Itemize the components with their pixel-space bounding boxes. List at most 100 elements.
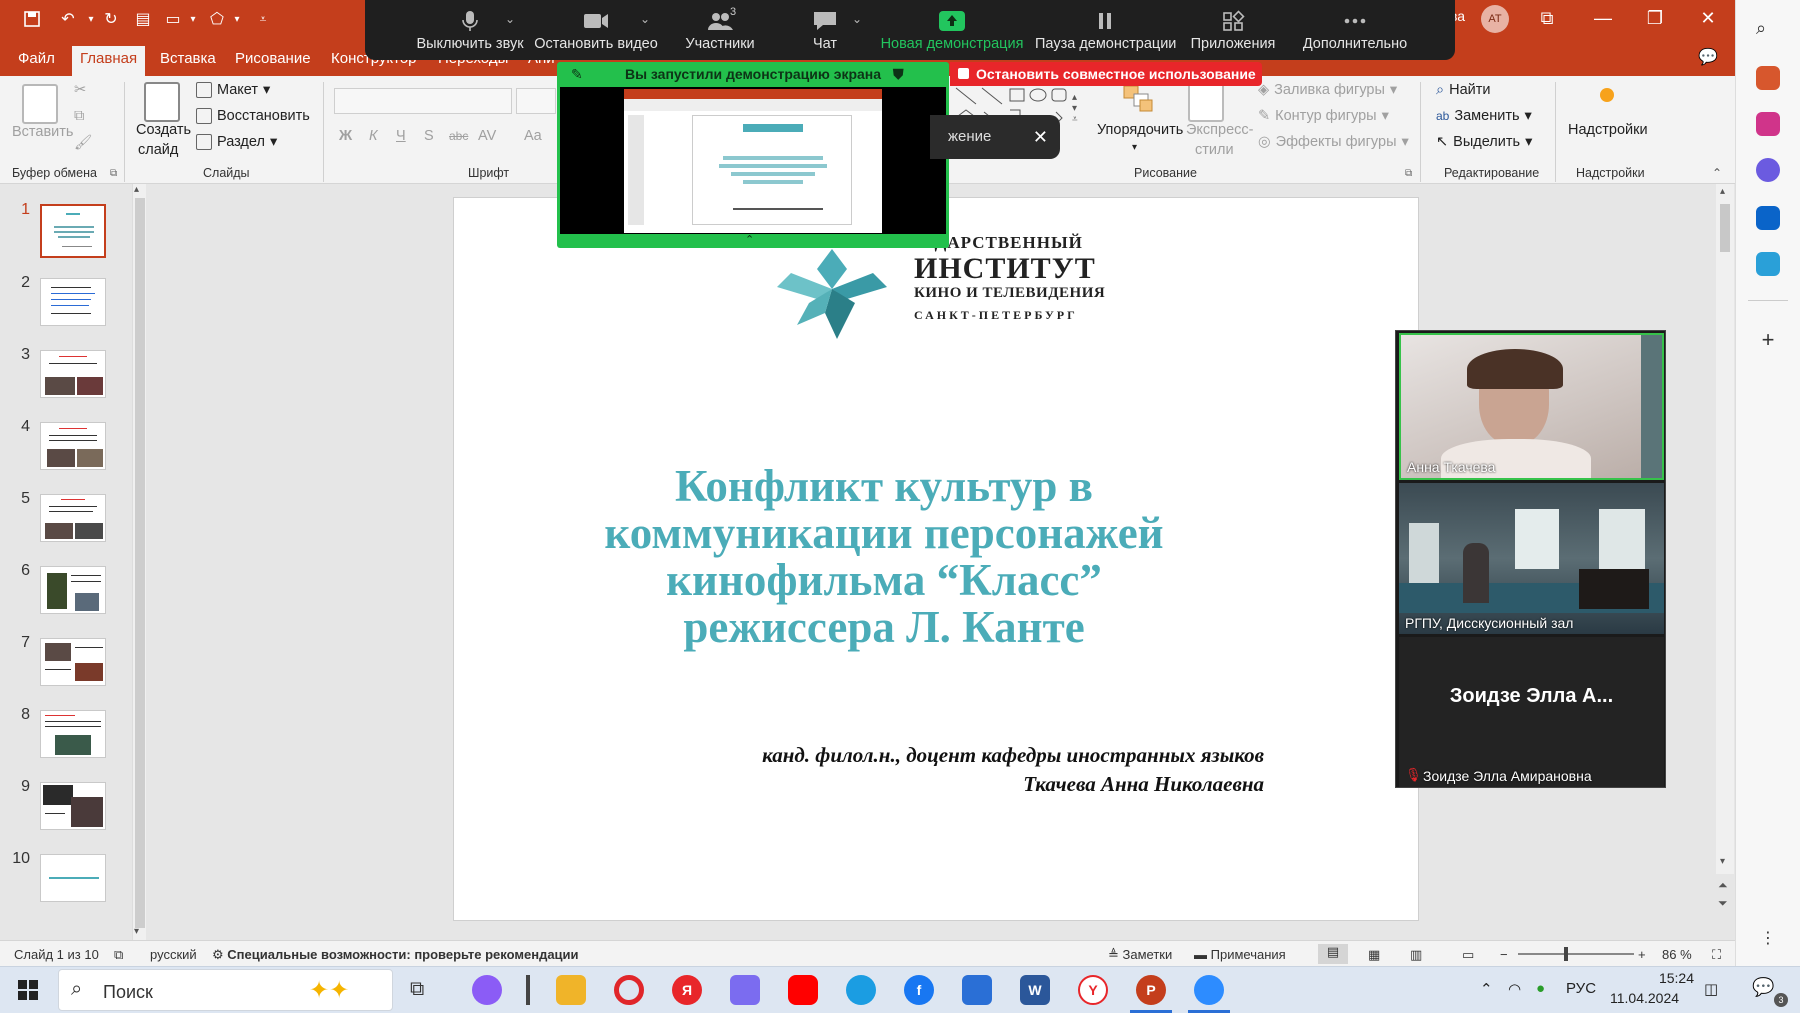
normal-view-icon[interactable]: ▤: [1318, 944, 1348, 964]
zoom-tray-icon[interactable]: ◫: [1704, 980, 1718, 998]
sidebar-settings-icon[interactable]: ⋮: [1756, 928, 1780, 952]
slide-counter[interactable]: Слайд 1 из 10: [14, 947, 99, 962]
font-name-box[interactable]: [334, 88, 512, 114]
section-button[interactable]: Раздел ▾: [196, 134, 277, 150]
video-tile[interactable]: Анна Ткачева: [1399, 333, 1664, 480]
ribbon-display-icon[interactable]: ⧉: [1527, 6, 1567, 30]
tab-file[interactable]: Файл: [10, 48, 63, 76]
clock-time[interactable]: 15:24: [1624, 970, 1694, 986]
paste-icon[interactable]: [22, 84, 58, 124]
new-slide-label[interactable]: слайд: [138, 142, 178, 158]
network-status-icon[interactable]: ●: [1536, 980, 1545, 997]
wifi-icon[interactable]: ◠: [1508, 980, 1521, 998]
shape-fill-button[interactable]: ◈ Заливка фигуры ▾: [1258, 82, 1397, 98]
slide-thumbnail-3[interactable]: [40, 350, 106, 398]
arrange-dropdown-icon[interactable]: ▾: [1132, 142, 1137, 153]
scroll-up-icon[interactable]: ▴: [1720, 186, 1725, 197]
format-painter-icon[interactable]: 🖌: [74, 134, 92, 151]
word-icon[interactable]: W: [1020, 975, 1050, 1005]
shapes-qat-icon[interactable]: ⬠: [205, 8, 229, 30]
comments-icon[interactable]: 💬: [1688, 46, 1728, 70]
slide-thumbnail-10[interactable]: [40, 854, 106, 902]
layout-dropdown-icon[interactable]: ▾: [186, 8, 200, 30]
annotate-icon[interactable]: ✎: [571, 62, 583, 86]
taskbar-search[interactable]: ⌕ Поиск ✦✦: [58, 969, 393, 1011]
redo-icon[interactable]: ↻: [98, 8, 124, 30]
slideshow-icon[interactable]: ▤: [131, 8, 155, 30]
new-share-button[interactable]: Новая демонстрация: [877, 0, 1027, 60]
collapse-preview-icon[interactable]: ⌃: [745, 233, 754, 246]
reading-view-icon[interactable]: ▥: [1410, 947, 1422, 963]
slide-author-block[interactable]: канд. филол.н., доцент кафедры иностранн…: [614, 741, 1264, 799]
close-icon[interactable]: ✕: [1688, 6, 1728, 30]
undo-dropdown-icon[interactable]: ▾: [84, 8, 98, 30]
alice-app-icon[interactable]: [472, 975, 502, 1005]
scroll-down-icon[interactable]: ▾: [1720, 856, 1725, 867]
slide-thumbnail-1[interactable]: [40, 204, 106, 258]
addins-button[interactable]: Надстройки: [1568, 122, 1648, 138]
clipboard-launcher-icon[interactable]: ⧉: [110, 168, 117, 179]
underline-button[interactable]: Ч: [396, 128, 406, 144]
italic-button[interactable]: К: [369, 128, 378, 144]
strikethrough-button[interactable]: abc: [449, 129, 468, 143]
select-button[interactable]: ↖ Выделить ▾: [1436, 134, 1532, 150]
add-icon[interactable]: +: [1756, 328, 1780, 352]
tab-home[interactable]: Главная: [72, 46, 146, 76]
slide-thumbnail-4[interactable]: [40, 422, 106, 470]
thumbnails-scrollbar[interactable]: ▴ ▾: [132, 184, 146, 940]
search-icon[interactable]: ⌕: [1756, 18, 1780, 42]
shapes-scroll-icon[interactable]: ▴ ▾ ⩡: [1072, 92, 1078, 125]
comments-button[interactable]: ▬ Примечания: [1194, 947, 1286, 962]
slide-title[interactable]: Конфликт культур в коммуникации персонаж…: [584, 463, 1184, 651]
slide-thumbnail-6[interactable]: [40, 566, 106, 614]
quick-styles-icon[interactable]: [1188, 82, 1224, 122]
zoom-slider-thumb[interactable]: [1564, 947, 1568, 961]
more-button[interactable]: Дополнительно: [1295, 0, 1415, 60]
undo-icon[interactable]: ↶: [55, 8, 81, 30]
edge-icon[interactable]: [846, 975, 876, 1005]
shape-effects-button[interactable]: ◎ Эффекты фигуры ▾: [1258, 134, 1409, 150]
layout-button[interactable]: Макет ▾: [196, 82, 270, 98]
yandex-browser-icon[interactable]: Y: [1078, 975, 1108, 1005]
toolbox-icon[interactable]: [1756, 66, 1780, 90]
scrollbar-thumb[interactable]: [135, 198, 145, 928]
collapse-ribbon-icon[interactable]: ⌃: [1712, 166, 1722, 180]
yandex-icon[interactable]: Я: [672, 975, 702, 1005]
zoom-level[interactable]: 86 %: [1662, 947, 1692, 962]
fit-slide-icon[interactable]: ⛶: [1712, 947, 1721, 963]
video-tile[interactable]: РГПУ, Дисскусионный зал: [1399, 483, 1664, 634]
char-spacing-button[interactable]: AV: [478, 128, 496, 144]
scroll-up-icon[interactable]: ▴: [134, 184, 139, 195]
minimize-icon[interactable]: —: [1583, 6, 1623, 30]
find-button[interactable]: ⌕ Найти: [1436, 82, 1491, 98]
shadow-button[interactable]: S: [424, 128, 434, 144]
zoom-app-icon[interactable]: [1194, 975, 1224, 1005]
apps-button[interactable]: Приложения: [1183, 0, 1283, 60]
quick-styles-label[interactable]: стили: [1195, 142, 1234, 158]
cut-icon[interactable]: ✂: [74, 82, 86, 98]
spellcheck-icon[interactable]: ⧉: [114, 947, 123, 963]
stop-share-button[interactable]: Остановить совместное использование: [950, 62, 1262, 86]
copy-icon[interactable]: ⧉: [74, 108, 84, 124]
video-options-chevron-icon[interactable]: ⌄: [640, 12, 650, 26]
new-slide-icon[interactable]: [144, 82, 180, 122]
slideshow-view-icon[interactable]: ▭: [1462, 947, 1474, 963]
send-icon[interactable]: [1756, 252, 1780, 276]
tray-overflow-icon[interactable]: ⌃: [1480, 980, 1493, 998]
tab-draw[interactable]: Рисование: [227, 48, 319, 76]
arrange-icon[interactable]: [1122, 84, 1156, 114]
replace-button[interactable]: ab Заменить ▾: [1436, 108, 1532, 124]
drawing-launcher-icon[interactable]: ⧉: [1405, 168, 1412, 179]
paste-button[interactable]: Вставить: [12, 124, 73, 140]
scrollbar-thumb[interactable]: [1720, 204, 1730, 252]
save-icon[interactable]: [20, 8, 44, 30]
maximize-icon[interactable]: ❐: [1635, 6, 1675, 30]
language-indicator[interactable]: РУС: [1566, 980, 1596, 997]
layout-qat-icon[interactable]: ▭: [161, 8, 185, 30]
font-size-box[interactable]: [516, 88, 556, 114]
change-case-button[interactable]: Aa: [524, 128, 542, 144]
audio-options-chevron-icon[interactable]: ⌄: [505, 12, 515, 26]
facebook-icon[interactable]: f: [904, 975, 934, 1005]
avatar[interactable]: АТ: [1481, 5, 1509, 33]
accessibility-button[interactable]: ⚙ Специальные возможности: проверьте рек…: [212, 947, 579, 963]
